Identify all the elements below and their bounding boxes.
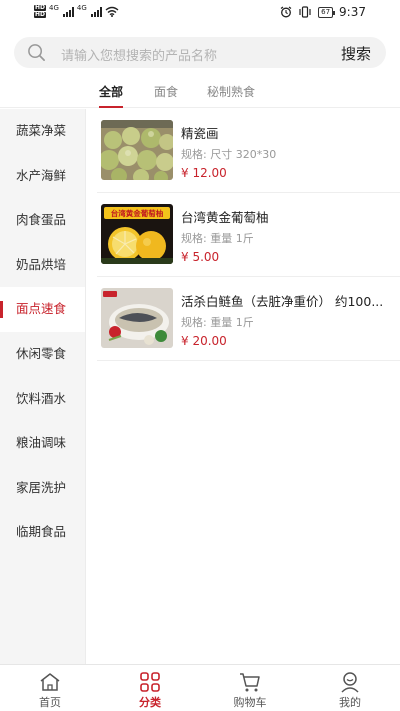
nav-category-label: 分类 [139,696,161,709]
search-bar[interactable]: 请输入您想搜索的产品名称 搜索 [14,37,386,68]
product-image[interactable] [101,288,173,348]
app-screen: HD HD 4G 4G 67 9:37 请输入您想搜索的产品名称 搜索 全部 面… [0,0,400,711]
product-name[interactable]: 活杀白鲢鱼（去脏净重价） 约100... [181,291,396,310]
sidebar-item-seafood[interactable]: 水产海鲜 [0,154,85,199]
battery-icon: 67 [318,6,335,18]
sim-label: HD [34,11,47,18]
image-banner-text: 台湾黄金葡萄柚 [111,208,164,218]
product-item[interactable]: 精瓷画 规格: 尺寸 320*30 ¥ 12.00 [97,109,400,193]
signal-icon [90,6,102,17]
product-image[interactable] [101,120,173,180]
nav-cart-label: 购物车 [233,696,267,709]
product-price: ¥ 20.00 [181,334,227,348]
nav-category[interactable]: 分类 [100,665,200,711]
vibrate-icon [299,6,311,18]
sidebar-item-vegetables[interactable]: 蔬菜净菜 [0,109,85,154]
product-list: 精瓷画 规格: 尺寸 320*30 ¥ 12.00 台湾黄金葡萄柚 台湾黄金葡萄 [97,109,400,361]
product-image[interactable]: 台湾黄金葡萄柚 [101,204,173,264]
tab-noodles[interactable]: 面食 [154,83,178,100]
sidebar-item-snacks[interactable]: 休闲零食 [0,332,85,377]
product-spec: 规格: 重量 1斤 [181,316,254,329]
alarm-icon [280,6,292,18]
product-name[interactable]: 台湾黄金葡萄柚 [181,207,396,226]
network-label: 4G [49,3,59,12]
home-icon [40,673,60,691]
bottom-nav: 首页 分类 购物车 我的 [0,664,400,711]
subcategory-tabs: 全部 面食 秘制熟食 [0,78,400,108]
nav-profile-label: 我的 [339,696,361,709]
sidebar-item-pastry-instant[interactable]: 面点速食 [0,287,85,332]
category-sidebar: 蔬菜净菜 水产海鲜 肉食蛋品 奶品烘培 面点速食 休闲零食 饮料酒水 粮油调味 … [0,109,86,664]
product-price: ¥ 5.00 [181,250,220,264]
product-spec: 规格: 尺寸 320*30 [181,148,277,161]
category-icon [140,672,160,692]
sidebar-item-meat-eggs[interactable]: 肉食蛋品 [0,198,85,243]
product-spec: 规格: 重量 1斤 [181,232,254,245]
product-item[interactable]: 活杀白鲢鱼（去脏净重价） 约100... 规格: 重量 1斤 ¥ 20.00 [97,277,400,361]
network-label: 4G [76,3,87,12]
nav-home[interactable]: 首页 [0,665,100,711]
sidebar-item-near-expiry[interactable]: 临期食品 [0,510,85,555]
product-item[interactable]: 台湾黄金葡萄柚 台湾黄金葡萄柚 规格: 重量 1斤 ¥ 5.00 [97,193,400,277]
sim-indicator: HD HD [34,5,47,18]
product-name[interactable]: 精瓷画 [181,123,396,142]
search-icon [28,44,45,61]
clock: 9:37 [339,5,366,19]
status-right: 67 9:37 [280,5,366,19]
profile-icon [341,672,359,693]
status-left: HD HD 4G 4G [34,3,119,18]
grapefruit-image: 台湾黄金葡萄柚 [101,204,173,264]
signal-icon [62,6,74,17]
sidebar-item-grain-oil[interactable]: 粮油调味 [0,421,85,466]
oranges-image [101,120,173,180]
search-button[interactable]: 搜索 [341,43,371,64]
tab-all[interactable]: 全部 [99,83,124,108]
nav-home-label: 首页 [39,696,61,709]
nav-profile[interactable]: 我的 [300,665,400,711]
nav-cart[interactable]: 购物车 [200,665,300,711]
tab-cooked-food[interactable]: 秘制熟食 [207,83,255,100]
status-bar: HD HD 4G 4G 67 9:37 [0,0,400,28]
cart-icon [240,673,260,692]
sidebar-item-household[interactable]: 家居洗护 [0,466,85,511]
product-price: ¥ 12.00 [181,166,227,180]
search-input[interactable]: 请输入您想搜索的产品名称 [61,45,217,64]
sidebar-item-dairy-bakery[interactable]: 奶品烘培 [0,243,85,288]
wifi-icon [105,6,119,17]
sidebar-item-drinks[interactable]: 饮料酒水 [0,377,85,422]
fish-dish-image [101,288,173,348]
